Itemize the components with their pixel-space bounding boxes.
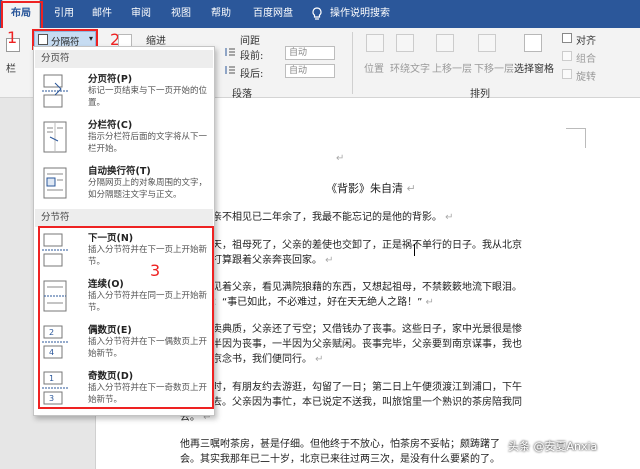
spacing-before-input[interactable]: 自动 [285, 46, 335, 60]
annotation-number-3: 3 [150, 261, 161, 280]
text-wrapping-break-icon [41, 165, 69, 201]
menu-item-title: 分页符(P) [88, 74, 133, 85]
menu-item-title: 分栏符(C) [88, 120, 133, 131]
group-icon [562, 51, 572, 61]
spacing-before-label: 段前: [240, 51, 264, 62]
spacing-after-label: 段后: [240, 69, 264, 80]
doc-line: ：“事已如此，不必难过，好在天无绝人之路！” ↵ [212, 297, 434, 308]
doc-line: 去。父亲因为事忙，本已说定不送我，叫旅馆里一个熟识的茶房陪我同 [212, 397, 522, 408]
column-break-icon [41, 119, 69, 155]
menu-item-desc: 指示分栏符后面的文字将从下一栏开始。 [88, 132, 208, 154]
tab-mailings[interactable]: 邮件 [86, 0, 118, 28]
rotate-button[interactable]: 旋转 [576, 68, 596, 83]
tab-help[interactable]: 帮助 [205, 0, 237, 28]
spacing-after-icon [224, 64, 236, 76]
wrap-text-icon[interactable] [396, 34, 414, 52]
ribbon-tab-bar: 布局 引用 邮件 审阅 视图 帮助 百度网盘 操作说明搜索 [0, 0, 640, 28]
menu-item-title: 自动换行符(T) [88, 166, 151, 177]
menu-item-desc: 标记一页结束与下一页开始的位置。 [88, 86, 208, 108]
menu-item-desc: 分隔网页上的对象周围的文字，如分隔题注文字与正文。 [88, 178, 208, 200]
paragraph-mark: ↵ [336, 153, 345, 164]
send-backward-label: 下移一层 [474, 64, 514, 75]
columns-label: 栏 [6, 64, 16, 75]
annotation-box-1 [1, 1, 43, 31]
text-cursor [414, 244, 415, 256]
align-button[interactable]: 对齐 [576, 32, 596, 47]
page-corner-mark [566, 128, 586, 148]
spacing-after-input[interactable]: 自动 [285, 64, 335, 78]
lightbulb-icon [308, 0, 326, 28]
document-title: 《背影》朱自清 ↵ [326, 182, 416, 195]
send-backward-icon[interactable] [478, 34, 496, 52]
align-icon [562, 33, 572, 43]
annotation-box-3 [38, 226, 214, 409]
page-break-icon [41, 73, 69, 109]
doc-line: 见着父亲，看见满院狼藉的东西，又想起祖母，不禁簌簌地流下眼泪。 [212, 282, 522, 293]
menu-item-text-wrapping-break[interactable]: 自动换行符(T) 分隔网页上的对象周围的文字，如分隔题注文字与正文。 [38, 163, 212, 211]
spacing-label: 间距 [240, 36, 260, 47]
selection-pane-label: 选择窗格 [514, 64, 554, 75]
tab-review[interactable]: 审阅 [125, 0, 157, 28]
bring-forward-label: 上移一层 [432, 64, 472, 75]
wrap-text-label: 环绕文字 [390, 64, 430, 75]
tab-baidu-netdisk[interactable]: 百度网盘 [246, 0, 300, 28]
doc-line: 亲不相见已二年余了，我最不能忘记的是他的背影。 ↵ [212, 212, 454, 223]
position-label: 位置 [364, 64, 384, 75]
ribbon-separator [352, 32, 353, 94]
tell-me-search[interactable]: 操作说明搜索 [330, 0, 410, 28]
indent-label: 缩进 [146, 36, 166, 47]
doc-line: 打算跟着父亲奔丧回家。 ↵ [212, 255, 334, 266]
doc-line: 他再三嘱咐茶房，甚是仔细。但他终于不放心，怕茶房不妥帖；颇踌躇了 [180, 439, 500, 450]
menu-item-page-break[interactable]: 分页符(P) 标记一页结束与下一页开始的位置。 [38, 71, 212, 113]
tab-view[interactable]: 视图 [165, 0, 197, 28]
annotation-number-1: 1 [7, 28, 18, 47]
position-icon[interactable] [366, 34, 384, 52]
page-breaks-header: 分页符 [35, 50, 213, 68]
tab-references[interactable]: 引用 [48, 0, 80, 28]
doc-line: 天，祖母死了，父亲的差使也交卸了，正是祸不单行的日子。我从北京 [212, 240, 522, 251]
rotate-icon [562, 69, 572, 79]
menu-item-column-break[interactable]: 分栏符(C) 指示分栏符后面的文字将从下一栏开始。 [38, 117, 212, 159]
selection-pane-icon[interactable] [524, 34, 542, 52]
spacing-before-icon [224, 46, 236, 58]
doc-line: 会。其实我那年已二十岁，北京已来往过两三次，是没有什么要紧的了。 [180, 454, 500, 465]
bring-forward-icon[interactable] [436, 34, 454, 52]
group-button[interactable]: 组合 [576, 50, 596, 65]
doc-line: 时，有朋友约去游逛，勾留了一日；第二日上午便须渡江到浦口，下午 [212, 382, 522, 393]
doc-line: 京念书，我们便同行。 ↵ [212, 354, 324, 365]
doc-line: 卖典质，父亲还了亏空；又借钱办了丧事。这些日子，家中光景很是惨 [212, 324, 522, 335]
section-breaks-header: 分节符 [35, 209, 213, 227]
doc-line: 半因为丧事，一半因为父亲赋闲。丧事完毕，父亲要到南京谋事，我也 [212, 339, 522, 350]
watermark: 头条 @安夏Anxia [508, 440, 598, 453]
